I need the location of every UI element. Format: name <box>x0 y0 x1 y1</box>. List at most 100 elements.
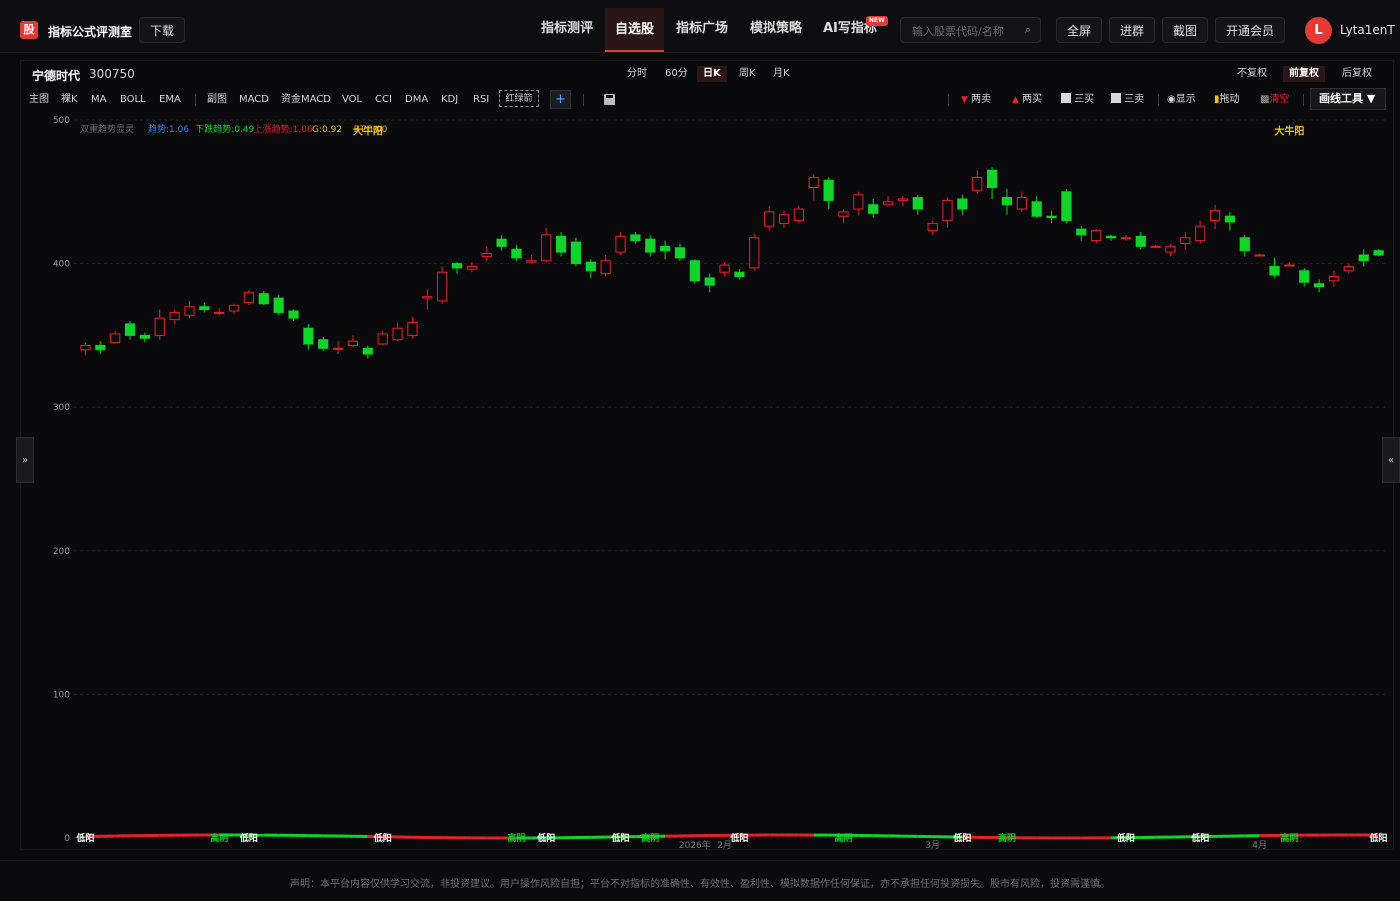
ind-vol[interactable]: VOL <box>342 93 362 107</box>
chart-line-icon <box>1111 93 1121 103</box>
candle-body <box>334 348 343 349</box>
tool-buy3-label: 三买 <box>1074 94 1094 105</box>
candle-body <box>1270 266 1279 275</box>
annotation-label: 大牛阳 <box>1274 124 1304 137</box>
ind-cci[interactable]: CCI <box>375 93 392 107</box>
period-60min[interactable]: 60分 <box>659 66 694 82</box>
candle-body <box>542 235 551 261</box>
y-tick-label: 400 <box>53 260 70 270</box>
divider <box>948 94 949 106</box>
candle-body <box>378 334 387 344</box>
adjust-none[interactable]: 不复权 <box>1231 66 1273 82</box>
ind-rsi[interactable]: RSI <box>473 93 489 107</box>
ind-naked-k[interactable]: 裸K <box>61 93 78 107</box>
ind-sub-chart[interactable]: 副图 <box>207 93 227 107</box>
disclaimer: 声明：本平台内容仅供学习交流，非投资建议。用户操作风险自担；平台不对指标的准确性… <box>0 875 1400 890</box>
ind-ema[interactable]: EMA <box>159 93 181 107</box>
draw-tools-dropdown[interactable]: 画线工具 ▼ <box>1310 88 1386 110</box>
candle-body <box>408 322 417 335</box>
candle-body <box>467 266 476 269</box>
candle-body <box>869 205 878 214</box>
ind-macd[interactable]: MACD <box>239 93 269 107</box>
candle-body <box>1032 202 1041 216</box>
vip-button[interactable]: 开通会员 <box>1215 17 1285 43</box>
nav-watchlist[interactable]: 自选股 <box>605 8 664 52</box>
candle-body <box>958 199 967 209</box>
candle-body <box>111 334 120 343</box>
candle-body <box>1359 255 1368 261</box>
search-icon[interactable]: ⌕ <box>1025 23 1031 37</box>
ind-main-chart[interactable]: 主图 <box>29 93 49 107</box>
join-group-button[interactable]: 进群 <box>1109 17 1155 43</box>
tool-buy3[interactable]: 三买 <box>1061 93 1094 107</box>
app-title[interactable]: 指标公式评测室 <box>48 23 132 40</box>
period-monthly[interactable]: 月K <box>767 66 796 82</box>
candle-body <box>765 212 774 226</box>
candle-body <box>586 262 595 271</box>
adjust-backward[interactable]: 后复权 <box>1336 66 1378 82</box>
x-tick-label: 2月 <box>717 840 732 850</box>
avatar[interactable]: L <box>1305 17 1332 44</box>
period-timeshare[interactable]: 分时 <box>621 66 653 82</box>
ind-boll[interactable]: BOLL <box>120 93 146 107</box>
candle-body <box>883 202 892 205</box>
tool-sell3[interactable]: 三卖 <box>1111 93 1144 107</box>
adjust-forward[interactable]: 前复权 <box>1283 66 1325 82</box>
red-green-arrow-button[interactable]: 红绿箭 <box>499 90 539 107</box>
tool-drag[interactable]: ▮拖动 <box>1214 93 1240 107</box>
ind-ma[interactable]: MA <box>91 93 106 107</box>
candle-body <box>809 177 818 187</box>
candle-body <box>1240 238 1249 251</box>
stock-search-input[interactable] <box>910 22 1024 40</box>
bottom-signal-label: 低阳 <box>952 832 971 844</box>
tool-sell2[interactable]: ▼ 两卖 <box>961 93 991 107</box>
nav-indicator-plaza[interactable]: 指标广场 <box>676 14 728 44</box>
candle-body <box>1077 229 1086 235</box>
candle-body <box>319 340 328 349</box>
candle-body <box>556 236 565 252</box>
legend-item: 上涨趋势:1.06 <box>254 123 313 135</box>
new-badge: NEW <box>866 16 888 26</box>
kline-chart[interactable]: 0100200300400500双重趋势显灵趋势:1.06下跌趋势:0.49上涨… <box>20 112 1392 850</box>
tool-clear-label: 清空 <box>1269 94 1289 105</box>
nav-simulate-strategy[interactable]: 模拟策略 <box>750 14 802 44</box>
candle-body <box>973 177 982 190</box>
candle-body <box>571 242 580 264</box>
candle-body <box>1285 265 1294 266</box>
screenshot-button[interactable]: 截图 <box>1162 17 1208 43</box>
candle-body <box>155 318 164 335</box>
bottom-signal-label: 高阴 <box>1280 832 1298 844</box>
bottom-signal-label: 低阳 <box>373 832 392 844</box>
divider <box>195 94 196 106</box>
candle-body <box>1255 255 1264 256</box>
download-button[interactable]: 下载 <box>139 17 185 43</box>
candle-body <box>1315 284 1324 287</box>
candle-body <box>1121 238 1130 239</box>
candle-body <box>81 345 90 349</box>
period-daily[interactable]: 日K <box>697 66 727 82</box>
candle-body <box>1062 192 1071 221</box>
candle-body <box>259 294 268 304</box>
username[interactable]: Lyta1enT <box>1340 23 1395 37</box>
save-icon[interactable] <box>604 94 615 105</box>
add-indicator-button[interactable]: + <box>550 90 571 109</box>
candle-body <box>125 324 134 335</box>
bottom-signal-label: 低阳 <box>729 832 748 844</box>
tool-buy2-label: 两买 <box>1022 94 1042 105</box>
candle-body <box>1225 216 1234 222</box>
candle-body <box>735 272 744 276</box>
ind-fund-macd[interactable]: 资金MACD <box>281 93 331 107</box>
tool-buy2[interactable]: ▲ 两买 <box>1012 93 1042 107</box>
tool-show[interactable]: ◉显示 <box>1167 93 1196 107</box>
ind-kdj[interactable]: KDJ <box>441 93 458 107</box>
ind-dma[interactable]: DMA <box>405 93 428 107</box>
candle-body <box>928 223 937 230</box>
candle-body <box>363 348 372 354</box>
candle-body <box>913 198 922 209</box>
bottom-signal-label: 低阳 <box>611 832 630 844</box>
candle-body <box>393 328 402 339</box>
period-weekly[interactable]: 周K <box>733 66 762 82</box>
fullscreen-button[interactable]: 全屏 <box>1056 17 1102 43</box>
nav-indicator-review[interactable]: 指标测评 <box>541 14 593 44</box>
tool-clear[interactable]: ▩清空 <box>1260 93 1289 107</box>
